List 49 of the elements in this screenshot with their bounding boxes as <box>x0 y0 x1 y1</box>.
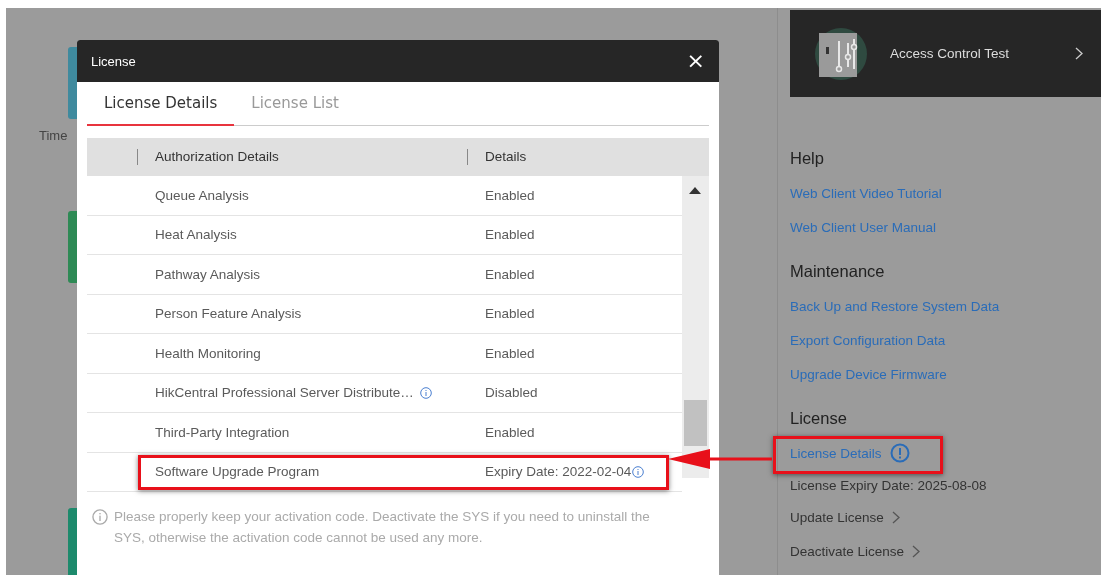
table-cell-text: Heat Analysis <box>155 227 238 243</box>
info-icon <box>632 465 645 478</box>
table-cell-text: Software Upgrade Program <box>155 464 321 480</box>
chevron-right-icon <box>1075 47 1083 60</box>
column-header: Details <box>467 149 709 165</box>
table-cell-text: Disabled <box>485 385 539 401</box>
help-link[interactable]: Upgrade Device Firmware <box>790 357 947 391</box>
action-link[interactable]: Deactivate License <box>790 534 921 568</box>
help-link[interactable]: Export Configuration Data <box>790 323 946 357</box>
table-cell-text: Third-Party Integration <box>155 424 291 440</box>
tab[interactable]: License Details <box>87 82 235 126</box>
section-heading: Help <box>790 149 825 168</box>
chevron-right-icon <box>912 544 921 558</box>
expiry-text: License Expiry Date: 2025-08-08 <box>790 476 987 495</box>
table-cell-text: Enabled <box>485 227 536 243</box>
table-cell-text: Queue Analysis <box>155 187 250 203</box>
table-cell-text: Pathway Analysis <box>155 266 262 282</box>
table-cell: Expiry Date: 2022-02-04 <box>485 464 682 480</box>
table-cell-text: Enabled <box>485 266 536 282</box>
section-heading: Maintenance <box>790 262 886 281</box>
table-cell-text: Enabled <box>485 424 536 440</box>
info-icon <box>92 509 108 525</box>
table-cell-text: Enabled <box>485 306 536 322</box>
help-link[interactable]: License Details <box>790 436 910 470</box>
help-link[interactable]: Web Client Video Tutorial <box>790 176 942 210</box>
table-cell: HikCentral Professional Server Distribute… <box>155 385 485 401</box>
help-link[interactable]: Web Client User Manual <box>790 210 937 244</box>
note-text: Please properly keep your activation code. Deactivate the SYS if you need to uninstall the SYS, otherwise the activation code cannot be used any more. <box>114 508 651 547</box>
dialog-title: License <box>91 53 136 69</box>
table-cell-text: Enabled <box>485 345 536 361</box>
control-panel-icon <box>814 26 868 81</box>
table-cell-text: Health Monitoring <box>155 345 262 361</box>
info-icon <box>419 386 432 399</box>
scroll-up-icon <box>689 187 701 194</box>
action-link[interactable]: Update License <box>790 500 900 534</box>
chevron-right-icon <box>891 510 900 524</box>
column-header: Authorization Details <box>137 149 467 165</box>
section-heading: License <box>790 409 848 428</box>
card-title: Access Control Test <box>890 46 1011 61</box>
alert-icon <box>889 443 910 463</box>
tab[interactable]: License List <box>234 82 356 126</box>
table-cell-text: Enabled <box>485 187 536 203</box>
device-card[interactable]: Access Control Test <box>790 10 1101 97</box>
scroll-thumb[interactable] <box>684 400 707 446</box>
scrollbar[interactable] <box>682 176 709 478</box>
close-button[interactable]: × <box>684 50 707 72</box>
time-label: Time <box>39 128 68 143</box>
table-cell-text: Person Feature Analysis <box>155 306 303 322</box>
help-link[interactable]: Back Up and Restore System Data <box>790 289 1000 323</box>
